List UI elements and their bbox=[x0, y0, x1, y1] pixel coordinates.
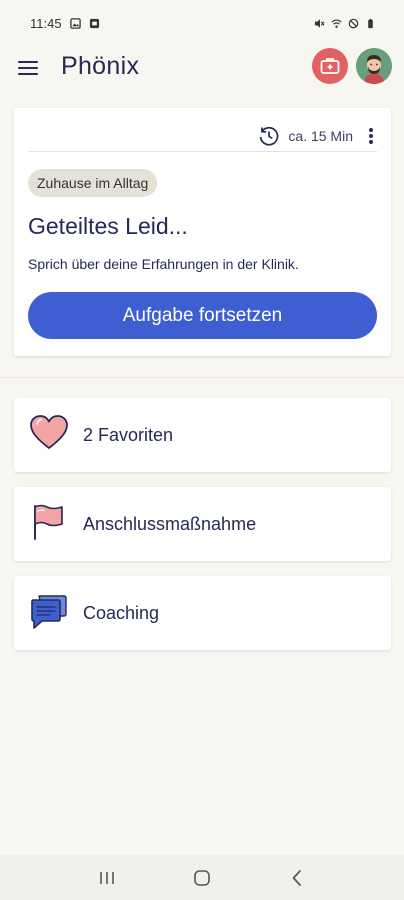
image-icon bbox=[69, 17, 81, 29]
duration-info: ca. 15 Min bbox=[258, 125, 353, 147]
home-icon bbox=[194, 869, 210, 886]
mute-icon bbox=[314, 18, 325, 28]
hamburger-menu-icon[interactable] bbox=[18, 58, 38, 78]
flag-icon bbox=[34, 504, 63, 540]
avatar[interactable] bbox=[356, 48, 392, 84]
first-aid-kit-button[interactable] bbox=[312, 48, 348, 84]
more-vertical-icon[interactable] bbox=[365, 126, 377, 146]
app-bar: Phönix bbox=[0, 46, 404, 90]
list-item-favorites[interactable]: 2 Favoriten bbox=[14, 398, 391, 472]
first-aid-kit-icon bbox=[320, 58, 340, 74]
clock-history-icon bbox=[260, 126, 279, 146]
continue-task-button[interactable]: Aufgabe fortsetzen bbox=[28, 292, 377, 339]
duration-text: ca. 15 Min bbox=[288, 127, 353, 144]
notification-icon bbox=[89, 18, 99, 28]
heart-icon bbox=[30, 415, 68, 449]
status-right bbox=[314, 18, 376, 29]
system-nav-bar bbox=[0, 855, 404, 900]
section-divider bbox=[0, 377, 404, 378]
user-avatar-icon bbox=[356, 48, 392, 84]
battery-icon bbox=[368, 18, 373, 28]
wifi-icon bbox=[331, 18, 342, 28]
list-item-coaching[interactable]: Coaching bbox=[14, 576, 391, 650]
category-tag: Zuhause im Alltag bbox=[28, 169, 158, 197]
recent-apps-button[interactable] bbox=[87, 858, 127, 898]
task-card: ca. 15 Min Zuhause im Alltag Geteiltes L… bbox=[14, 108, 391, 356]
list-item-label: Coaching bbox=[83, 603, 160, 623]
do-not-disturb-icon bbox=[348, 18, 359, 28]
status-left: 11:45 bbox=[30, 16, 100, 31]
back-icon bbox=[292, 869, 301, 886]
list-item-label: Anschlussmaßnahme bbox=[83, 514, 257, 534]
home-button[interactable] bbox=[182, 858, 222, 898]
task-description: Sprich über deine Erfahrungen in der Kli… bbox=[28, 256, 299, 272]
list-item-label: 2 Favoriten bbox=[83, 425, 174, 445]
list-item-follow-up[interactable]: Anschlussmaßnahme bbox=[14, 487, 391, 561]
app-title: Phönix bbox=[61, 52, 140, 80]
task-title: Geteiltes Leid... bbox=[28, 213, 188, 239]
task-card-header: ca. 15 Min bbox=[28, 120, 377, 152]
back-button[interactable] bbox=[277, 858, 317, 898]
status-bar: 11:45 bbox=[0, 0, 404, 46]
status-time: 11:45 bbox=[30, 15, 62, 31]
chat-bubble-icon bbox=[31, 595, 67, 629]
recent-apps-icon bbox=[100, 871, 115, 884]
